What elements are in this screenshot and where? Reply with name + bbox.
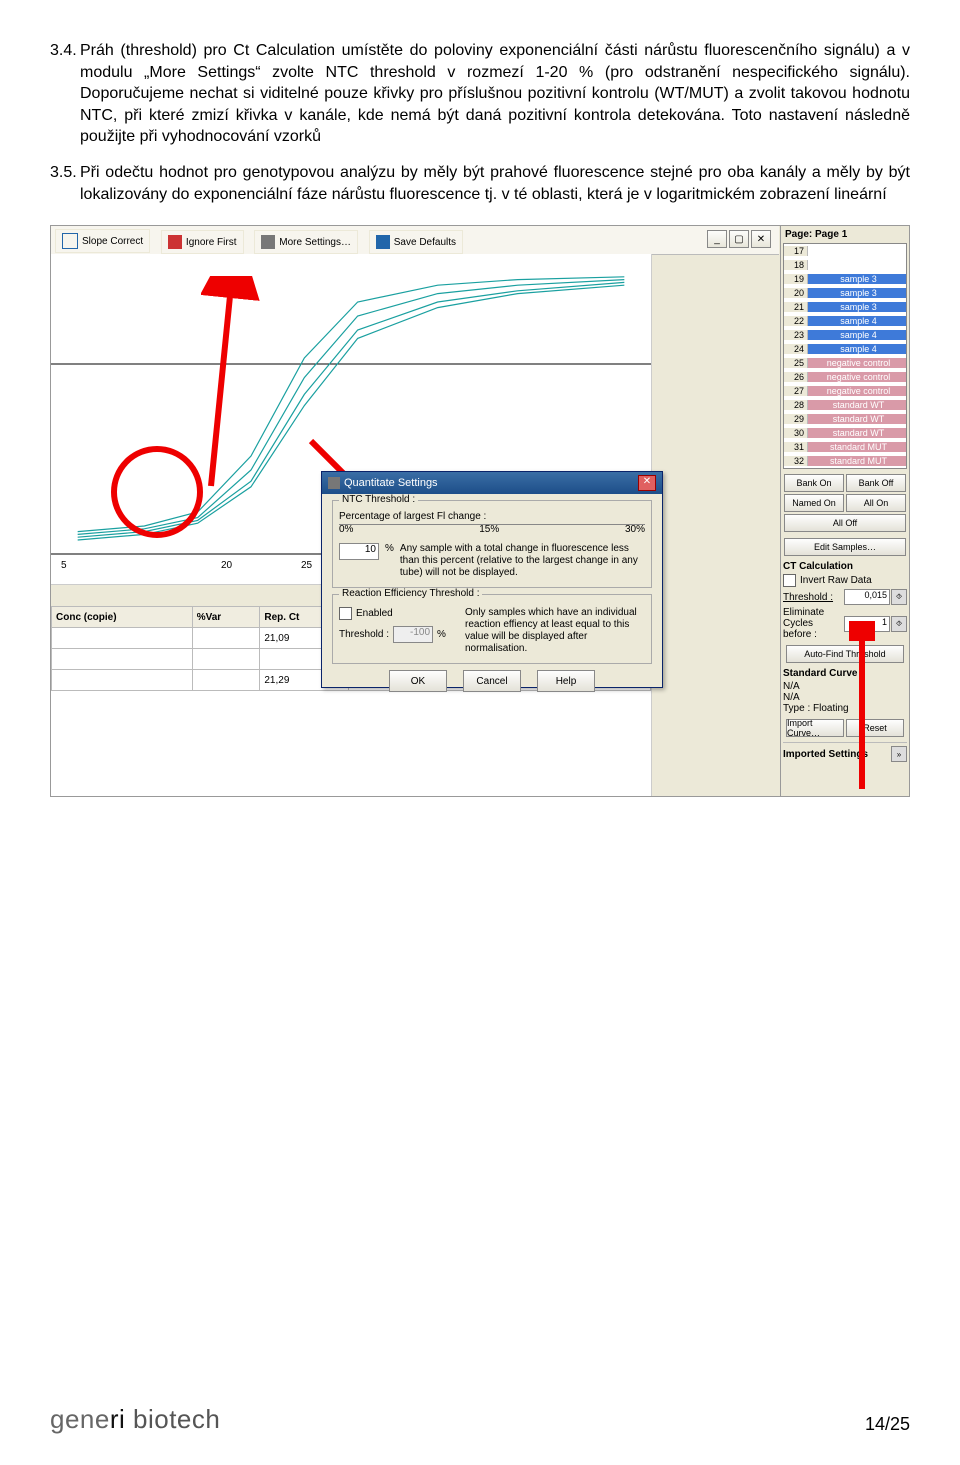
threshold-input[interactable]: 0,015 [844,589,890,605]
para-number: 3.5. [50,162,80,205]
page-label: Page: Page 1 [781,226,909,243]
sample-row[interactable]: 19sample 3 [784,272,906,286]
sample-row[interactable]: 23sample 4 [784,328,906,342]
quantitate-settings-dialog: Quantitate Settings ✕ NTC Threshold : Pe… [321,471,663,688]
sample-row[interactable]: 29standard WT [784,412,906,426]
para-text: Práh (threshold) pro Ct Calculation umís… [80,40,910,148]
close-button[interactable]: ✕ [751,230,771,248]
eliminate-pick-icon[interactable]: ⯑ [891,616,907,632]
page-number: 14/25 [865,1414,910,1435]
auto-find-threshold-button[interactable]: Auto-Find Threshold [786,645,904,663]
app-screenshot: _ ▢ ✕ Slope Correct Ignore First More Se… [50,225,910,797]
bank-on-button[interactable]: Bank On [784,474,844,492]
dialog-titlebar: Quantitate Settings ✕ [322,472,662,494]
toolbar: Slope Correct Ignore First More Settings… [51,226,779,255]
svg-text:20: 20 [221,560,233,571]
save-icon [376,235,390,249]
paragraph-3-5: 3.5. Při odečtu hodnot pro genotypovou a… [50,162,910,205]
save-defaults-button[interactable]: Save Defaults [369,230,463,254]
ntc-scale: 0% 15% 30% [339,524,645,539]
sample-row[interactable]: 27negative control [784,384,906,398]
checkbox-icon [62,233,78,249]
more-settings-button[interactable]: More Settings… [254,230,358,254]
para-text: Při odečtu hodnot pro genotypovou analýz… [80,162,910,205]
settings-icon [261,235,275,249]
sample-row[interactable]: 28standard WT [784,398,906,412]
sample-row[interactable]: 26negative control [784,370,906,384]
named-on-button[interactable]: Named On [784,494,844,512]
page-footer: generi biotech 14/25 [50,1404,910,1435]
sample-row[interactable]: 30standard WT [784,426,906,440]
efficiency-threshold-group: Reaction Efficiency Threshold : Enabled … [332,594,652,664]
sample-row[interactable]: 22sample 4 [784,314,906,328]
svg-text:5: 5 [61,560,67,571]
sample-row[interactable]: 25negative control [784,356,906,370]
paragraph-3-4: 3.4. Práh (threshold) pro Ct Calculation… [50,40,910,148]
dialog-ok-button[interactable]: OK [389,670,447,692]
import-curve-button[interactable]: Import Curve… [786,719,844,737]
all-on-button[interactable]: All On [846,494,906,512]
ct-calculation-title: CT Calculation [783,561,907,572]
ignore-first-button[interactable]: Ignore First [161,230,244,254]
highlight-circle-icon [111,446,203,538]
edit-samples-button[interactable]: Edit Samples… [784,538,906,556]
sample-row[interactable]: 21sample 3 [784,300,906,314]
arrow-to-threshold-icon [849,621,875,791]
bank-off-button[interactable]: Bank Off [846,474,906,492]
dialog-icon [328,477,340,489]
maximize-button[interactable]: ▢ [729,230,749,248]
flag-icon [168,235,182,249]
enabled-checkbox[interactable] [339,607,352,620]
sample-row[interactable]: 31standard MUT [784,440,906,454]
dialog-title: Quantitate Settings [344,477,438,489]
expand-icon[interactable]: » [891,746,907,762]
sample-row[interactable]: 17 [784,244,906,258]
dialog-close-button[interactable]: ✕ [638,475,656,491]
standard-curve-title: Standard Curve [783,668,907,679]
ntc-threshold-group: NTC Threshold : Percentage of largest Fl… [332,500,652,588]
slope-correct-button[interactable]: Slope Correct [55,229,150,253]
sample-row[interactable]: 18 [784,258,906,272]
brand-logo: generi biotech [50,1404,220,1435]
sample-list[interactable]: 171819sample 320sample 321sample 322samp… [783,243,907,469]
right-sidebar: Page: Page 1 171819sample 320sample 321s… [780,226,909,796]
minimize-button[interactable]: _ [707,230,727,248]
invert-raw-checkbox[interactable] [783,574,796,587]
eff-threshold-input[interactable]: -100 [393,626,433,643]
sample-row[interactable]: 32standard MUT [784,454,906,468]
all-off-button[interactable]: All Off [784,514,906,532]
sample-row[interactable]: 20sample 3 [784,286,906,300]
sample-row[interactable]: 24sample 4 [784,342,906,356]
threshold-pick-icon[interactable]: ⯑ [891,589,907,605]
window-buttons: _ ▢ ✕ [707,230,771,248]
para-number: 3.4. [50,40,80,148]
dialog-cancel-button[interactable]: Cancel [463,670,521,692]
ntc-value-input[interactable]: 10 [339,543,379,560]
table-header: Conc (copie) [52,607,193,628]
table-header: %Var [192,607,260,628]
dialog-help-button[interactable]: Help [537,670,595,692]
